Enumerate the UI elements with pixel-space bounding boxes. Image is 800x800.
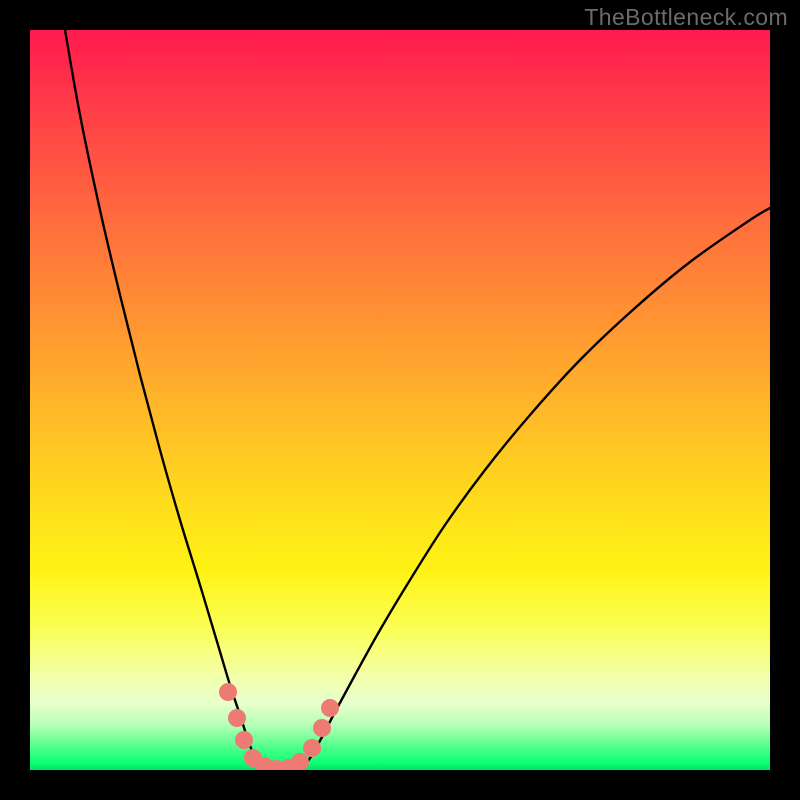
data-marker: [219, 683, 237, 701]
chart-frame: TheBottleneck.com: [0, 0, 800, 800]
watermark-text: TheBottleneck.com: [584, 4, 788, 31]
data-marker: [235, 731, 253, 749]
curve-group: [65, 30, 770, 769]
data-marker: [291, 753, 309, 770]
data-marker: [313, 719, 331, 737]
data-marker: [303, 739, 321, 757]
data-marker: [321, 699, 339, 717]
bottleneck-curve: [65, 30, 770, 769]
marker-group: [219, 683, 339, 770]
chart-svg: [30, 30, 770, 770]
chart-plot-area: [30, 30, 770, 770]
data-marker: [228, 709, 246, 727]
